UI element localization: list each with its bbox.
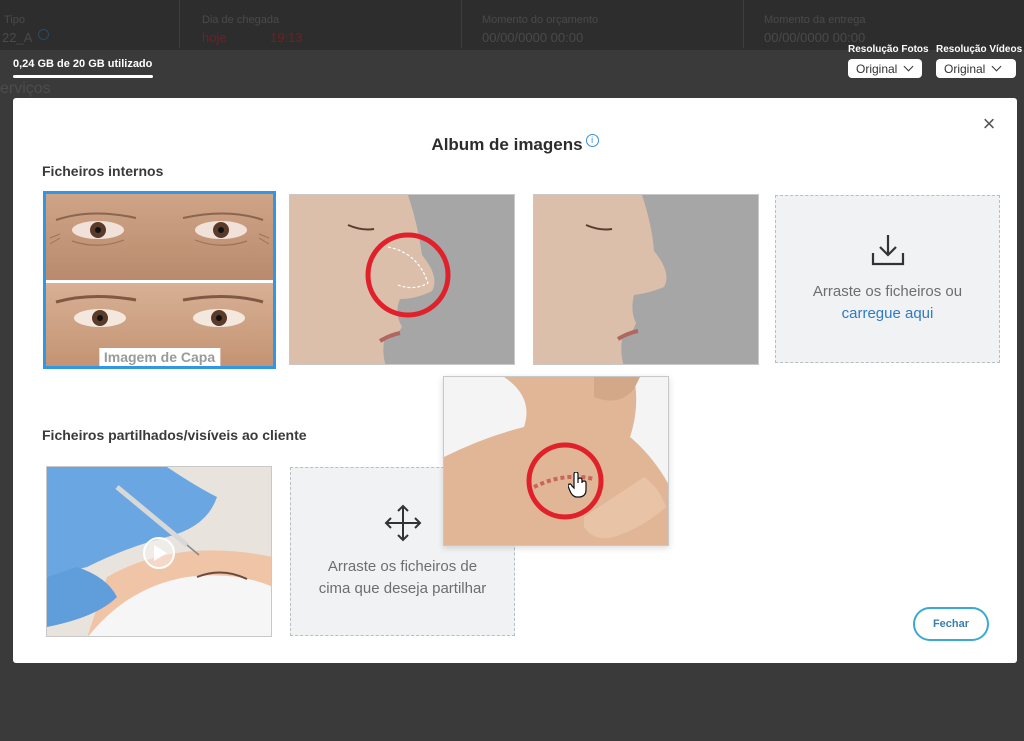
bg-column-time: 19:13 bbox=[270, 30, 303, 45]
info-icon[interactable]: i bbox=[585, 134, 599, 147]
storage-usage-text: 0,24 GB de 20 GB utilizado bbox=[13, 58, 153, 70]
upload-dropzone[interactable]: Arraste os ficheiros ou carregue aqui bbox=[775, 195, 1000, 363]
background-header: Tipo 22_A Dia de chegada hoje 19:13 Mome… bbox=[0, 0, 1024, 50]
bg-column-label: Momento da entrega bbox=[764, 14, 866, 26]
nose-profile-result-image bbox=[534, 195, 758, 364]
bg-column-budget: Momento do orçamento 00/00/0000 00:00 bbox=[462, 0, 744, 48]
bg-column-arrival: Dia de chegada hoje 19:13 bbox=[180, 0, 462, 48]
bg-section-title: erviços bbox=[0, 80, 51, 97]
resolution-videos-label: Resolução Vídeos bbox=[936, 44, 1023, 55]
close-icon[interactable]: × bbox=[979, 113, 999, 135]
eyes-before-after-image bbox=[46, 194, 273, 366]
globe-icon bbox=[38, 29, 49, 40]
share-instruction-line-2: cima que deseja partilhar bbox=[318, 579, 487, 597]
resolution-photos-value: Original bbox=[856, 61, 898, 76]
cover-image-thumbnail[interactable]: Imagem de Capa bbox=[43, 191, 276, 369]
nose-profile-image bbox=[290, 195, 514, 364]
bg-column-type: Tipo 22_A bbox=[0, 0, 180, 48]
upload-instruction: Arraste os ficheiros ou bbox=[812, 283, 963, 300]
bg-column-value: 00/00/0000 00:00 bbox=[482, 30, 584, 45]
storage-usage: 0,24 GB de 20 GB utilizado bbox=[13, 58, 153, 78]
move-icon bbox=[384, 504, 421, 541]
share-dropzone-text: Arraste os ficheiros de cima que deseja … bbox=[319, 556, 487, 600]
modal-title-text: Album de imagens bbox=[431, 135, 583, 154]
storage-usage-bar bbox=[13, 75, 153, 78]
upload-dropzone-text: Arraste os ficheiros ou carregue aqui bbox=[813, 281, 962, 325]
hand-cursor-icon bbox=[568, 472, 587, 498]
bg-column-label: Tipo bbox=[4, 14, 25, 26]
modal-title: Album de imagens i bbox=[13, 134, 1017, 155]
bg-column-value: hoje bbox=[202, 30, 227, 45]
bg-column-label: Momento do orçamento bbox=[482, 14, 599, 26]
shared-video-thumbnail[interactable] bbox=[46, 466, 272, 637]
dragged-image-thumbnail[interactable] bbox=[443, 376, 669, 546]
download-icon bbox=[871, 235, 904, 266]
chevron-down-icon bbox=[991, 61, 1002, 72]
share-instruction-line-1: Arraste os ficheiros de bbox=[327, 557, 478, 575]
injection-video-image bbox=[47, 467, 271, 636]
close-button[interactable]: Fechar bbox=[913, 607, 989, 641]
upload-link[interactable]: carregue aqui bbox=[842, 305, 934, 322]
chevron-down-icon bbox=[903, 61, 914, 72]
bg-column-value: 22_A bbox=[2, 30, 33, 45]
cover-image-label: Imagem de Capa bbox=[98, 348, 221, 366]
bg-column-value: 00/00/0000 00:00 bbox=[764, 30, 866, 45]
image-thumbnail-nose-profile[interactable] bbox=[533, 194, 759, 365]
shared-files-title: Ficheiros partilhados/visíveis ao client… bbox=[42, 427, 307, 443]
resolution-photos-select[interactable]: Original bbox=[848, 59, 922, 78]
bg-column-delivery: Momento da entrega 00/00/0000 00:00 bbox=[744, 0, 1024, 48]
image-thumbnail-nose-marked[interactable] bbox=[289, 194, 515, 365]
shoulder-image bbox=[444, 377, 668, 545]
internal-files-title: Ficheiros internos bbox=[42, 163, 164, 179]
bg-column-label: Dia de chegada bbox=[202, 14, 280, 26]
resolution-photos: Resolução Fotos Original bbox=[848, 44, 929, 78]
resolution-videos: Resolução Vídeos Original bbox=[936, 44, 1022, 78]
resolution-videos-value: Original bbox=[944, 61, 986, 76]
resolution-videos-select[interactable]: Original bbox=[936, 59, 1016, 78]
resolution-photos-label: Resolução Fotos bbox=[848, 44, 929, 55]
